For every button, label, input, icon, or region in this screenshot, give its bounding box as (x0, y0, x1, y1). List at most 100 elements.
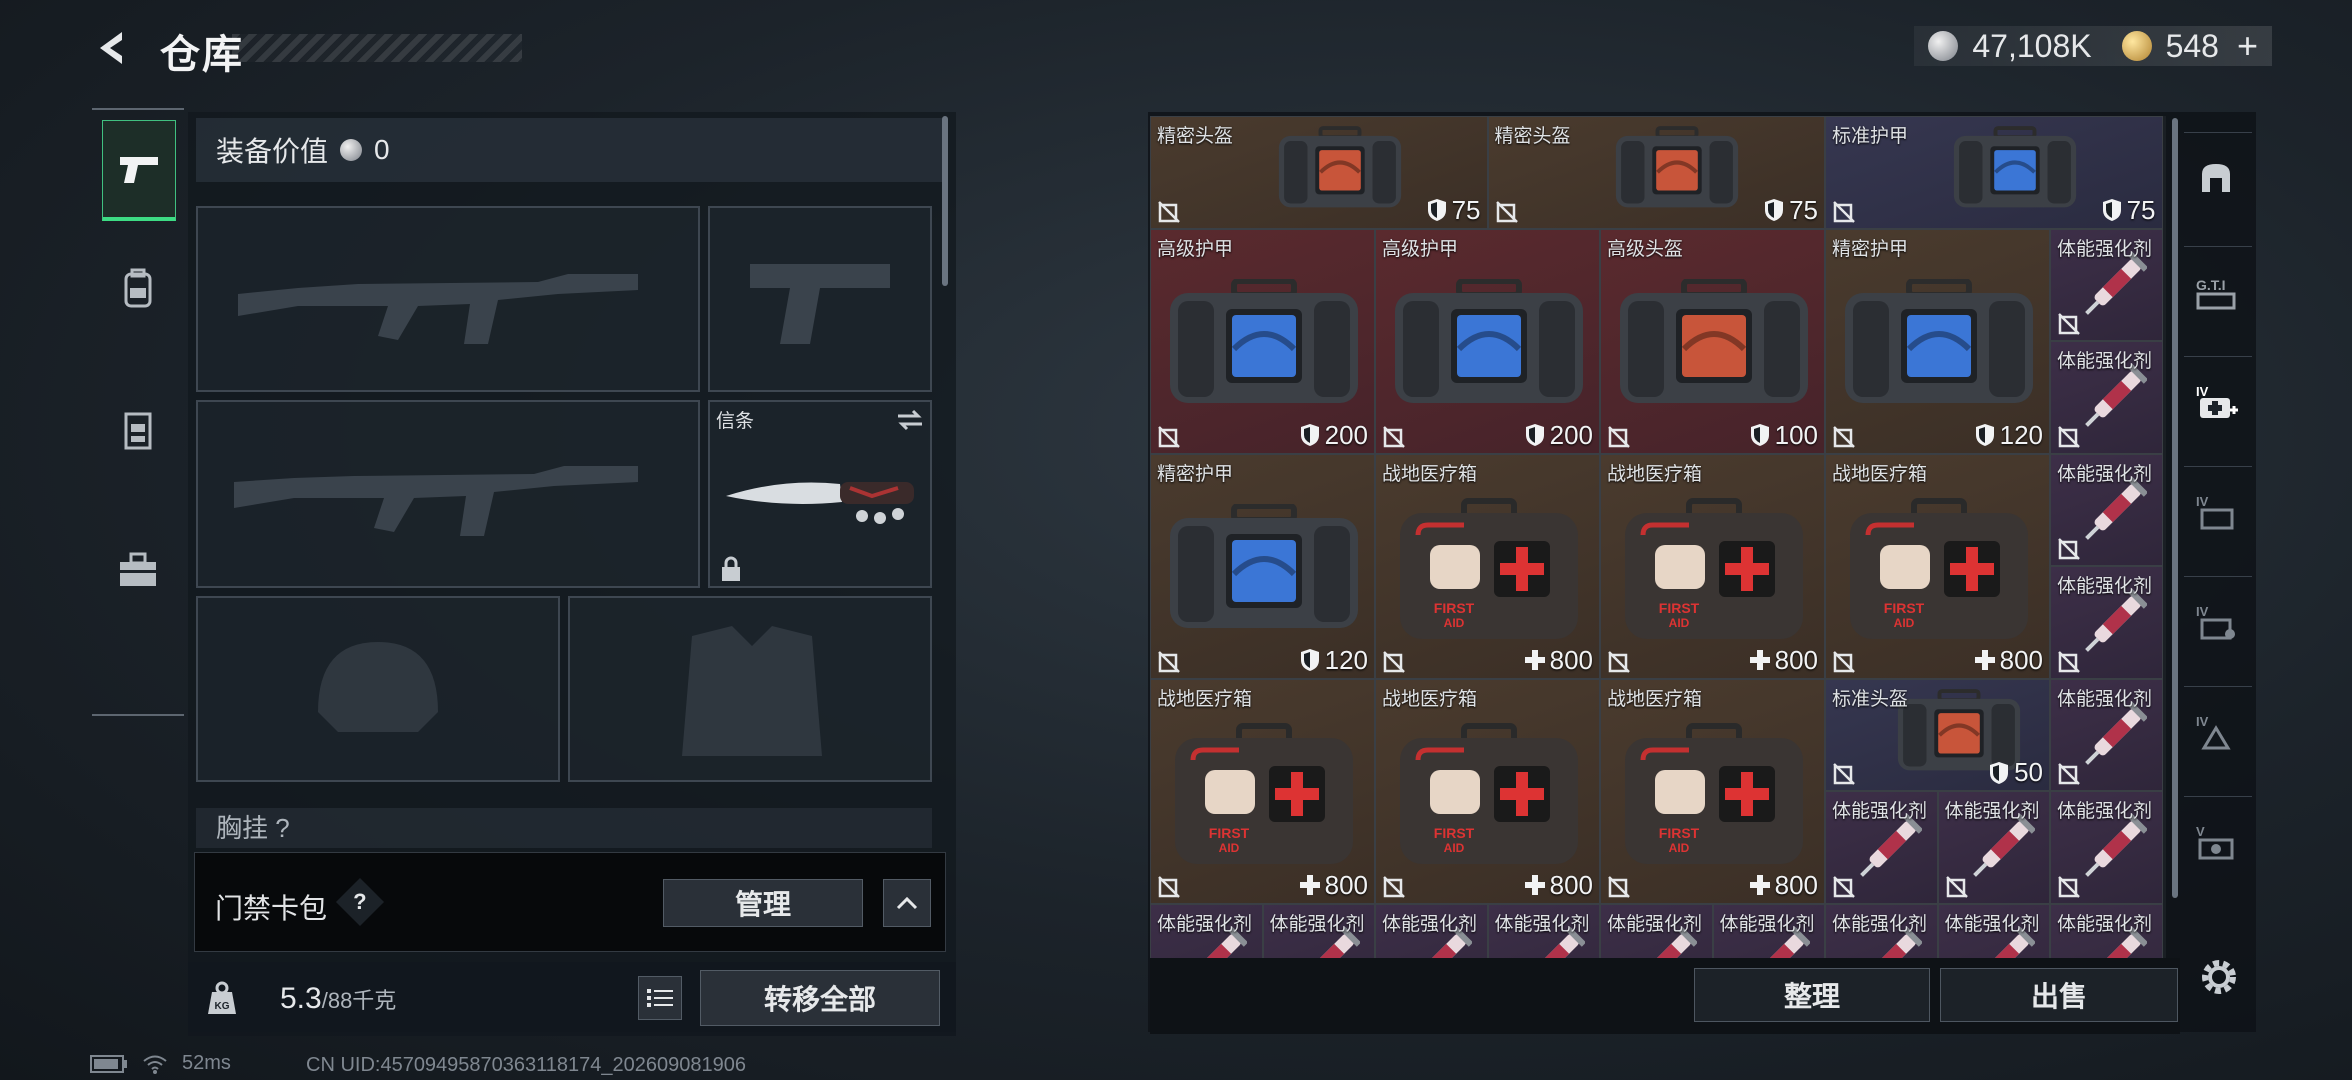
back-button[interactable] (88, 22, 140, 74)
stash-item[interactable]: 高级头盔 100 (1600, 228, 1825, 454)
helmet-case-icon (1619, 279, 1808, 403)
melee-slot[interactable]: 信条 (708, 400, 932, 588)
svg-text:AID: AID (1668, 616, 1689, 630)
tab-vest[interactable] (102, 382, 174, 478)
stash-item[interactable]: 体能强化剂 (1375, 903, 1488, 958)
stash-item[interactable]: FIRST AID 战地医疗箱 800 (1375, 453, 1600, 679)
item-name: 体能强化剂 (1269, 913, 1365, 935)
keycard-wallet-bar: 门禁卡包 ? 管理 (194, 852, 946, 952)
stash-item[interactable]: 体能强化剂 (2050, 566, 2163, 679)
stash-item[interactable]: 体能强化剂 (1150, 903, 1263, 958)
lock-icon (722, 556, 740, 581)
tab-backpack[interactable] (102, 240, 174, 336)
stash-item[interactable]: 高级护甲 200 (1150, 228, 1375, 454)
gear-icon[interactable] (2196, 954, 2242, 1000)
currency-bar: 47,108K 548 + (1914, 25, 2272, 67)
heal-plus-icon (1749, 650, 1770, 670)
item-name: 战地医疗箱 (1382, 463, 1478, 485)
stash-item[interactable]: 体能强化剂 (2050, 228, 2163, 341)
helmet-case-icon (1278, 126, 1401, 208)
chest-rig-label: 胸挂 ? (196, 808, 932, 848)
stash-item[interactable]: 高级护甲 200 (1375, 228, 1600, 454)
container-tab[interactable]: IV (2184, 576, 2252, 667)
stash-item[interactable]: 体能强化剂 (2050, 453, 2163, 566)
stash-item[interactable]: FIRST AID 战地医疗箱 800 (1825, 453, 2050, 679)
container-tab[interactable]: IV (2184, 466, 2252, 557)
container-tab[interactable]: IV (2184, 356, 2252, 447)
stash-item[interactable]: 体能强化剂 (2050, 678, 2163, 791)
collapse-button[interactable] (883, 879, 931, 927)
no-trade-icon (1945, 875, 1968, 898)
item-name: 战地医疗箱 (1157, 688, 1253, 710)
knife-icon (726, 482, 914, 524)
stash-item[interactable]: 体能强化剂 (1937, 791, 2050, 904)
stash-item[interactable]: 体能强化剂 (1262, 903, 1375, 958)
stash-footer: 整理 出售 (1150, 958, 2180, 1034)
list-view-button[interactable] (638, 976, 682, 1020)
sell-button[interactable]: 出售 (1940, 968, 2178, 1022)
stash-item[interactable]: 体能强化剂 (1600, 903, 1713, 958)
stash-scrollbar[interactable] (2172, 118, 2178, 898)
keycard-help-button[interactable]: ? (335, 877, 385, 927)
stash-item[interactable]: 体能强化剂 (2050, 791, 2163, 904)
stash-item[interactable]: 体能强化剂 (1487, 903, 1600, 958)
svg-text:FIRST: FIRST (1208, 825, 1249, 841)
stash-item[interactable]: 标准头盔 50 (1825, 678, 2050, 791)
heal-plus-icon (1524, 875, 1545, 895)
stash-item[interactable]: 体能强化剂 (1712, 903, 1825, 958)
status-bar: 52ms (90, 1052, 231, 1075)
tab-toolbox[interactable] (102, 522, 174, 618)
stash-item[interactable]: 精密护甲 120 (1825, 228, 2050, 454)
stash-item[interactable]: FIRST AID 战地医疗箱 800 (1375, 678, 1600, 904)
stash-item[interactable]: 精密护甲 120 (1150, 453, 1375, 679)
silver-coin-icon (1928, 31, 1959, 61)
tab-weapons[interactable] (102, 120, 176, 221)
stash-item[interactable]: 体能强化剂 (2050, 341, 2163, 454)
container-tab[interactable]: V (2184, 796, 2252, 887)
item-stat-value: 200 (1324, 419, 1368, 450)
carry-weight-max: /88千克 (321, 988, 397, 1013)
stash-item[interactable]: 体能强化剂 (1825, 903, 1938, 958)
container-tabs-rail: G.T.I IV IV IV IV V (2180, 116, 2256, 956)
stash-item[interactable]: FIRST AID 战地医疗箱 800 (1150, 678, 1375, 904)
item-name: 体能强化剂 (2057, 463, 2153, 485)
stash-item[interactable]: 体能强化剂 (1825, 791, 1938, 904)
equipment-value-bar: 装备价值 0 (196, 118, 942, 182)
sort-button[interactable]: 整理 (1694, 968, 1930, 1022)
stash-item[interactable]: 精密头盔 75 (1487, 116, 1825, 229)
item-name: 体能强化剂 (1944, 913, 2040, 935)
primary-weapon-slot[interactable] (196, 206, 700, 392)
equipment-scrollbar[interactable] (942, 116, 948, 286)
no-trade-icon (1495, 200, 1518, 223)
shield-icon (1525, 424, 1544, 446)
item-name: 体能强化剂 (1382, 913, 1478, 935)
pistol-slot[interactable] (708, 206, 932, 392)
transfer-all-button[interactable]: 转移全部 (700, 970, 940, 1026)
item-stat-value: 200 (1549, 419, 1593, 450)
container-tab[interactable]: G.T.I (2184, 246, 2252, 337)
manage-button[interactable]: 管理 (663, 879, 863, 927)
item-stat: 75 (2101, 195, 2156, 226)
svg-text:FIRST: FIRST (1433, 825, 1474, 841)
shield-icon (1427, 199, 1446, 221)
stash-item[interactable]: 精密头盔 75 (1150, 116, 1488, 229)
stash-item[interactable]: 标准护甲 75 (1825, 116, 2163, 229)
item-stat-value: 120 (1999, 419, 2043, 450)
stash-item[interactable]: FIRST AID 战地医疗箱 800 (1600, 678, 1825, 904)
svg-text:AID: AID (1218, 841, 1239, 855)
stash-item[interactable]: 体能强化剂 (1937, 903, 2050, 958)
stash-item[interactable]: FIRST AID 战地医疗箱 800 (1600, 453, 1825, 679)
no-trade-icon (2058, 538, 2080, 560)
swap-icon[interactable] (896, 408, 924, 432)
no-trade-icon (1383, 425, 1405, 448)
heal-plus-icon (1749, 875, 1770, 895)
helmet-slot[interactable] (196, 596, 560, 782)
container-tab[interactable]: IV (2184, 686, 2252, 777)
item-stat: 75 (1763, 195, 1818, 226)
stash-item[interactable]: 体能强化剂 (2050, 903, 2163, 958)
medkit-icon: FIRSTAID (1849, 498, 2028, 639)
armor-slot[interactable] (568, 596, 932, 782)
add-currency-button[interactable]: + (2237, 25, 2258, 67)
secondary-weapon-slot[interactable] (196, 400, 700, 588)
container-tab[interactable] (2184, 132, 2252, 223)
